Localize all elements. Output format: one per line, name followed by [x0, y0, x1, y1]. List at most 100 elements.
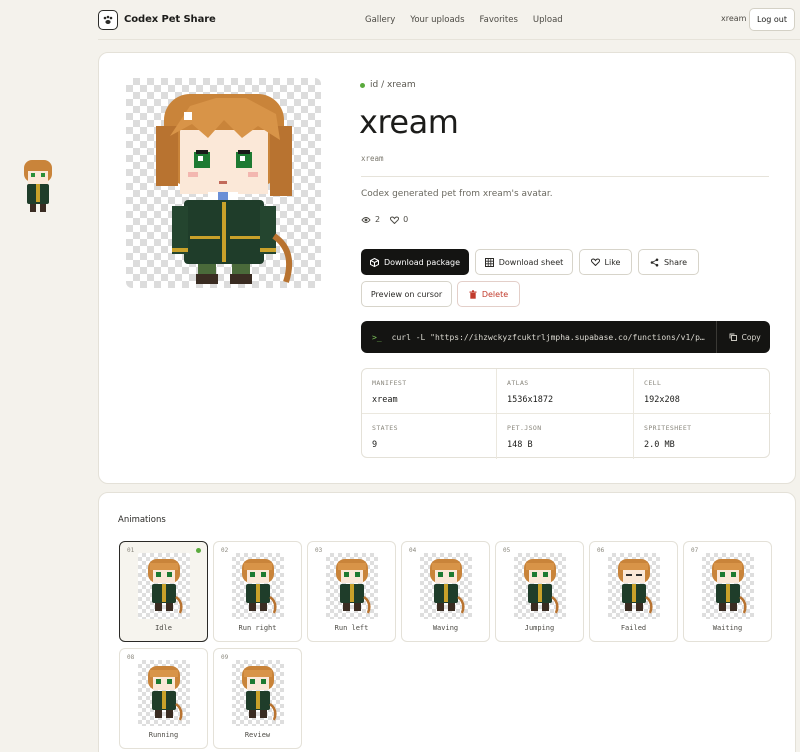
heart-icon — [390, 215, 400, 224]
nav-upload[interactable]: Upload — [533, 15, 563, 25]
like-label: Like — [604, 257, 621, 267]
animations-heading: Animations — [118, 515, 166, 525]
share-icon — [650, 258, 659, 266]
animation-tile-failed[interactable]: 06 Failed — [589, 541, 678, 642]
meta-states: STATES 9 — [362, 414, 497, 459]
breadcrumb: id / xream — [360, 80, 416, 90]
preview-on-cursor-button[interactable]: Preview on cursor — [361, 281, 452, 307]
tile-label: Run left — [334, 624, 369, 632]
tile-number: 02 — [221, 547, 229, 554]
tile-number: 06 — [597, 547, 605, 554]
divider — [361, 176, 769, 177]
meta-label: ATLAS — [507, 379, 529, 387]
views-count: 2 — [375, 215, 381, 224]
tile-number: 01 — [127, 547, 135, 554]
pet-metadata-grid: MANIFEST xream ATLAS 1536x1872 CELL 192x… — [361, 368, 771, 459]
animation-tile-idle[interactable]: 01 Idle — [119, 541, 208, 642]
meta-value: 2.0 MB — [644, 440, 675, 450]
animation-tile-jumping[interactable]: 05 Jumping — [495, 541, 584, 642]
meta-label: CELL — [644, 379, 662, 387]
animation-thumbnail — [608, 553, 660, 619]
animation-tile-review[interactable]: 09 Review — [213, 648, 302, 749]
eye-icon — [361, 216, 371, 223]
tile-number: 04 — [409, 547, 417, 554]
meta-atlas: ATLAS 1536x1872 — [497, 369, 634, 414]
animation-thumbnail — [232, 660, 284, 726]
tile-label: Review — [244, 731, 271, 739]
copy-command-button[interactable]: Copy — [729, 333, 761, 342]
nav-your-uploads[interactable]: Your uploads — [410, 15, 464, 25]
meta-label: MANIFEST — [372, 379, 407, 387]
pet-description: Codex generated pet from xream's avatar. — [361, 189, 553, 199]
floating-cursor-pet[interactable] — [18, 158, 58, 216]
animation-thumbnail — [138, 660, 190, 726]
animation-thumbnail — [232, 553, 284, 619]
meta-value: xream — [372, 395, 398, 405]
delete-button[interactable]: Delete — [457, 281, 520, 307]
download-command-text[interactable]: curl -L "https://ihzwckyzfcuktrljmpha.su… — [392, 333, 706, 342]
animation-tile-waiting[interactable]: 07 Waiting — [683, 541, 772, 642]
tile-number: 05 — [503, 547, 511, 554]
download-package-label: Download package — [383, 257, 461, 267]
animation-thumbnail — [702, 553, 754, 619]
meta-label: STATES — [372, 424, 398, 432]
download-package-button[interactable]: Download package — [361, 249, 469, 275]
package-icon — [369, 257, 379, 267]
main-nav: Gallery Your uploads Favorites Upload — [365, 0, 563, 40]
tile-label: Jumping — [524, 624, 555, 632]
download-sheet-label: Download sheet — [498, 257, 564, 267]
terminal-prompt-icon: >_ — [372, 332, 382, 342]
share-button[interactable]: Share — [638, 249, 699, 275]
logout-button[interactable]: Log out — [749, 8, 795, 31]
tile-label: Run right — [238, 624, 277, 632]
tile-label: Failed — [620, 624, 647, 632]
nav-favorites[interactable]: Favorites — [480, 15, 518, 25]
meta-value: 1536x1872 — [507, 395, 554, 405]
animation-thumbnail — [420, 553, 472, 619]
tile-label: Waiting — [712, 624, 743, 632]
animation-tile-waving[interactable]: 04 Waving — [401, 541, 490, 642]
meta-value: 9 — [372, 440, 378, 450]
meta-cell: CELL 192x208 — [634, 369, 771, 414]
active-dot-icon — [196, 548, 201, 553]
heart-icon — [590, 258, 600, 266]
like-button[interactable]: Like — [579, 249, 632, 275]
breadcrumb-text[interactable]: id / xream — [370, 80, 416, 90]
animation-tile-run-right[interactable]: 02 Run right — [213, 541, 302, 642]
meta-label: PET.JSON — [507, 424, 542, 432]
tile-number: 09 — [221, 654, 229, 661]
tile-label: Idle — [155, 624, 172, 632]
pet-preview — [126, 78, 321, 288]
meta-value: 192x208 — [644, 395, 680, 405]
animation-thumbnail — [514, 553, 566, 619]
animation-thumbnail — [138, 553, 190, 619]
page-title: xream — [359, 103, 459, 141]
tile-label: Waving — [432, 624, 459, 632]
animations-card: Animations 01 Idle 02 Run right 03 Run l… — [98, 492, 796, 752]
animation-thumbnail — [326, 553, 378, 619]
meta-label: SPRITESHEET — [644, 424, 692, 432]
copy-label: Copy — [741, 332, 761, 342]
nav-gallery[interactable]: Gallery — [365, 15, 395, 25]
pet-author[interactable]: xream — [361, 154, 384, 163]
meta-value: 148 B — [507, 440, 533, 450]
share-label: Share — [663, 257, 688, 267]
meta-pet-json: PET.JSON 148 B — [497, 414, 634, 459]
tile-label: Running — [148, 731, 179, 739]
status-dot-icon — [360, 82, 365, 88]
animation-tile-running[interactable]: 08 Running — [119, 648, 208, 749]
tile-number: 07 — [691, 547, 699, 554]
trash-icon — [469, 289, 477, 299]
meta-spritesheet: SPRITESHEET 2.0 MB — [634, 414, 771, 459]
paw-logo-icon[interactable] — [98, 9, 118, 30]
download-sheet-button[interactable]: Download sheet — [475, 249, 573, 275]
animation-tile-run-left[interactable]: 03 Run left — [307, 541, 396, 642]
brand-name[interactable]: Codex Pet Share — [124, 14, 216, 25]
copy-icon — [729, 333, 737, 341]
pet-stats: 2 0 — [361, 215, 408, 224]
meta-manifest: MANIFEST xream — [362, 369, 497, 414]
current-username: xream — [721, 14, 747, 23]
preview-on-cursor-label: Preview on cursor — [370, 289, 443, 299]
tile-number: 03 — [315, 547, 323, 554]
download-command-box: >_ curl -L "https://ihzwckyzfcuktrljmpha… — [361, 321, 770, 353]
